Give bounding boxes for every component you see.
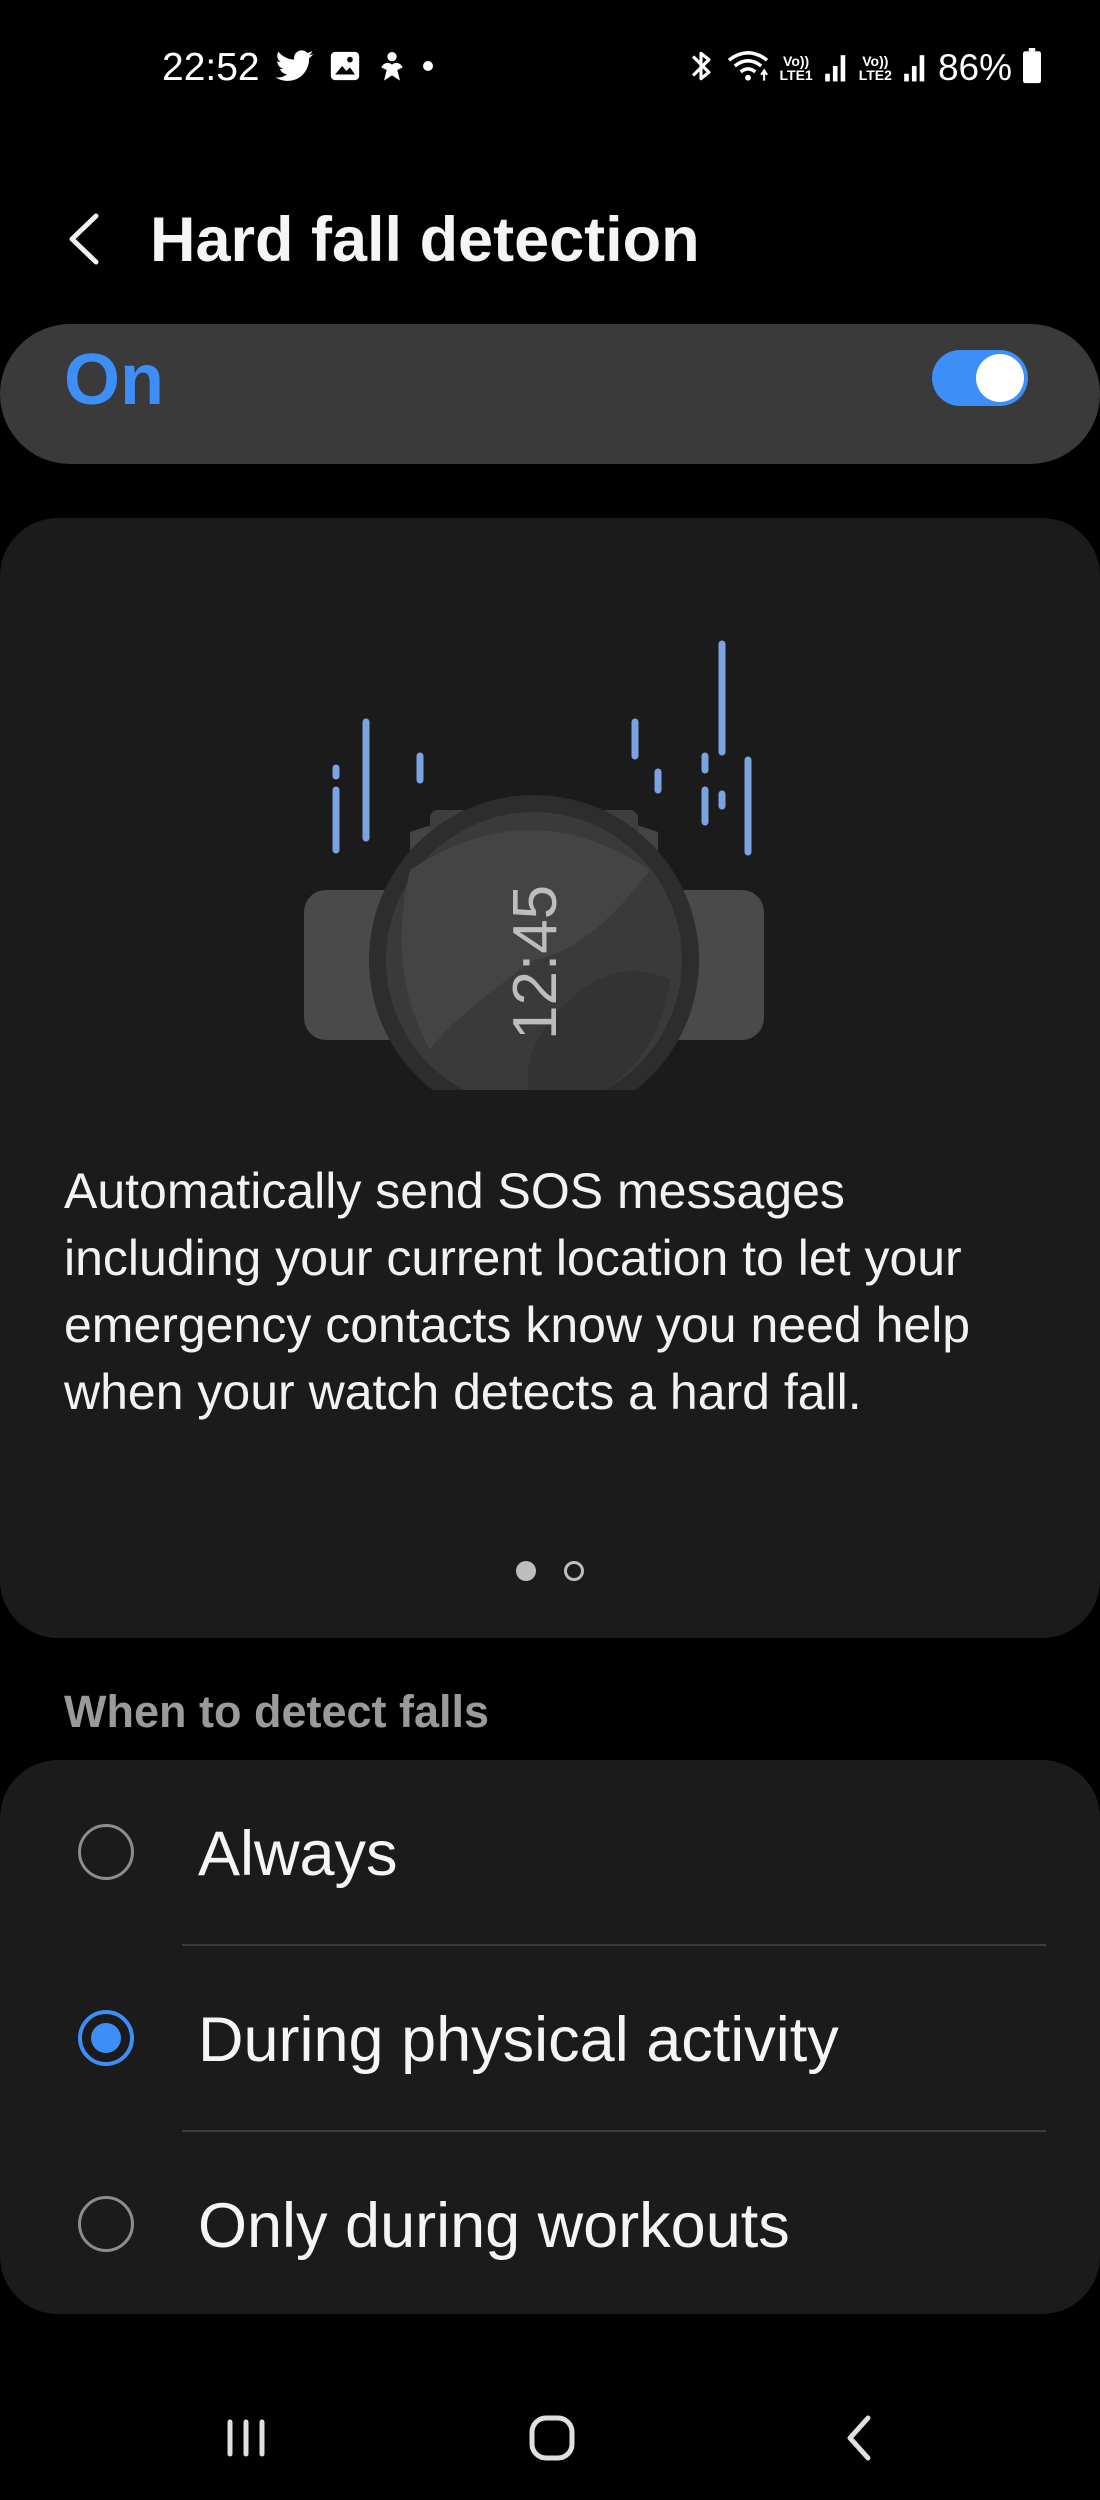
option-label: Always bbox=[198, 1819, 398, 1889]
recents-icon bbox=[227, 2419, 265, 2457]
home-button[interactable] bbox=[512, 2398, 592, 2478]
sim2-label: Vo)) LTE2 bbox=[858, 53, 892, 83]
master-switch-label: On bbox=[64, 340, 164, 420]
master-switch-bar[interactable] bbox=[0, 324, 1100, 464]
gallery-icon bbox=[328, 49, 362, 88]
notification-icons bbox=[275, 48, 434, 89]
battery-percent: 86% bbox=[937, 47, 1012, 88]
feature-description: Automatically send SOS messages includin… bbox=[64, 1163, 971, 1420]
wifi-icon bbox=[726, 48, 770, 89]
recents-button[interactable] bbox=[206, 2398, 286, 2478]
chevron-left-icon bbox=[69, 213, 99, 265]
twitter-icon bbox=[275, 49, 314, 87]
bluetooth-icon bbox=[686, 47, 716, 90]
dot-icon bbox=[422, 59, 434, 77]
battery-icon bbox=[1022, 47, 1042, 89]
status-time: 22:52 bbox=[162, 46, 260, 89]
signal-sim1-icon bbox=[823, 49, 849, 88]
page-title: Hard fall detection bbox=[150, 205, 700, 275]
page-indicator-dot-active[interactable] bbox=[516, 1561, 536, 1581]
option-label: Only during workouts bbox=[198, 2191, 790, 2261]
radio-button[interactable] bbox=[78, 1824, 134, 1880]
radio-button[interactable] bbox=[78, 2196, 134, 2252]
home-icon bbox=[529, 2415, 575, 2461]
section-header: When to detect falls bbox=[64, 1686, 490, 1737]
status-right-icons: Vo)) LTE1 Vo)) LTE2 86% bbox=[686, 44, 1042, 92]
page-indicator-dot[interactable] bbox=[564, 1561, 584, 1581]
detect-options-list: Always During physical activity Only dur… bbox=[0, 1760, 1100, 2314]
back-icon bbox=[847, 2415, 871, 2461]
signal-sim2-icon bbox=[902, 49, 928, 88]
status-bar: 22:52 Vo)) LTE1 Vo)) LTE2 86% bbox=[0, 0, 1100, 140]
radio-button-selected[interactable] bbox=[78, 2010, 134, 2066]
watch-icon: 12:45 bbox=[304, 795, 764, 1125]
option-label: During physical activity bbox=[198, 2005, 839, 2075]
option-physical-activity[interactable]: During physical activity bbox=[0, 1946, 1100, 2130]
back-nav-button[interactable] bbox=[820, 2398, 900, 2478]
option-workouts[interactable]: Only during workouts bbox=[0, 2132, 1100, 2316]
toggle-knob bbox=[976, 354, 1024, 402]
watch-fall-illustration: 12:45 bbox=[290, 620, 810, 1125]
back-button[interactable] bbox=[56, 204, 116, 274]
notification-icon bbox=[376, 48, 408, 89]
sim1-label: Vo)) LTE1 bbox=[779, 53, 813, 83]
option-always[interactable]: Always bbox=[0, 1760, 1100, 1944]
watch-time: 12:45 bbox=[501, 885, 570, 1040]
